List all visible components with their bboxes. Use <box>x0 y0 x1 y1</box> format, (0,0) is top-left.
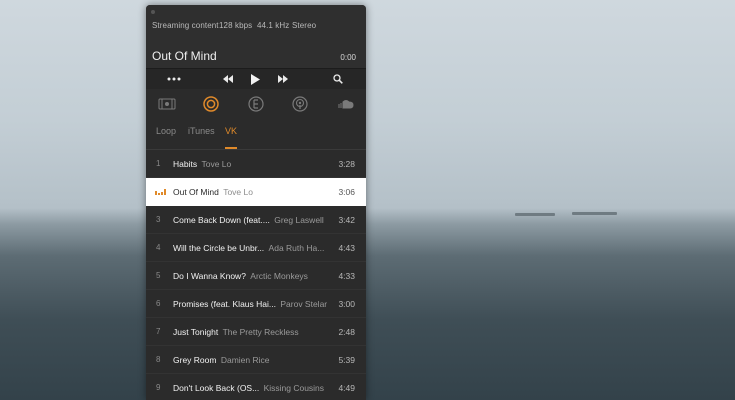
now-playing-equalizer-icon <box>155 188 166 195</box>
track-title: Grey Room Damien Rice <box>173 355 270 365</box>
track-artist: Arctic Monkeys <box>250 271 308 281</box>
track-artist: Kissing Cousins <box>263 383 325 393</box>
track-title: Out Of Mind Tove Lo <box>173 187 253 197</box>
track-artist: Greg Laswell <box>274 215 324 225</box>
track-row[interactable]: 5 Do I Wanna Know? Arctic Monkeys 4:33 <box>146 262 366 290</box>
tab-itunes[interactable]: iTunes <box>188 126 215 136</box>
elapsed-time: 0:00 <box>340 53 356 62</box>
source-podcast[interactable] <box>291 95 309 113</box>
now-playing-title: Out Of Mind <box>152 49 217 63</box>
track-duration: 4:33 <box>338 271 355 281</box>
tab-loop[interactable]: Loop <box>156 126 176 136</box>
source-library[interactable] <box>158 95 176 113</box>
now-playing-bar: Out Of Mind 0:00 <box>146 41 366 68</box>
next-button[interactable] <box>274 69 292 89</box>
track-artist: Parov Stelar <box>280 299 328 309</box>
samplerate-label: 44.1 kHz <box>257 21 290 30</box>
track-row[interactable]: 1 Habits Tove Lo 3:28 <box>146 150 366 178</box>
track-title: Habits Tove Lo <box>173 159 232 169</box>
track-number: 9 <box>156 383 161 392</box>
next-icon <box>278 75 288 83</box>
library-icon <box>158 98 176 110</box>
track-artist: Ada Ruth Ha... <box>268 243 325 253</box>
search-button[interactable] <box>329 69 347 89</box>
track-artist: Tove Lo <box>201 159 232 169</box>
tab-vk[interactable]: VK <box>225 126 237 136</box>
track-number: 5 <box>156 271 161 280</box>
track-duration: 3:00 <box>338 299 355 309</box>
stream-source-label: Streaming content <box>152 21 219 30</box>
more-button[interactable] <box>164 69 184 89</box>
track-duration: 3:06 <box>338 187 355 197</box>
play-icon <box>250 73 260 85</box>
source-loop[interactable] <box>202 95 220 113</box>
track-number: 6 <box>156 299 161 308</box>
track-list: 1 Habits Tove Lo 3:28 Out Of Mind Tove L… <box>146 150 366 400</box>
track-title: Do I Wanna Know? Arctic Monkeys <box>173 271 308 281</box>
track-row[interactable]: 4 Will the Circle be Unbr... Ada Ruth Ha… <box>146 234 366 262</box>
track-artist: The Pretty Reckless <box>222 327 299 337</box>
track-duration: 3:42 <box>338 215 355 225</box>
source-selector <box>146 89 366 119</box>
previous-icon <box>223 75 233 83</box>
podcast-icon <box>292 96 308 112</box>
track-title: Just Tonight The Pretty Reckless <box>173 327 299 337</box>
ship-silhouette <box>572 212 617 215</box>
track-duration: 4:49 <box>338 383 355 393</box>
track-number: 1 <box>156 159 161 168</box>
search-icon <box>333 74 343 84</box>
track-number: 3 <box>156 215 161 224</box>
track-row[interactable]: 6 Promises (feat. Klaus Hai... Parov Ste… <box>146 290 366 318</box>
track-title: Promises (feat. Klaus Hai... Parov Stela… <box>173 299 328 309</box>
track-row[interactable]: 8 Grey Room Damien Rice 5:39 <box>146 346 366 374</box>
source-tabs: Loop iTunes VK <box>146 119 366 150</box>
track-duration: 3:28 <box>338 159 355 169</box>
track-duration: 4:43 <box>338 243 355 253</box>
source-soundcloud[interactable] <box>336 95 354 113</box>
track-row[interactable]: 7 Just Tonight The Pretty Reckless 2:48 <box>146 318 366 346</box>
bitrate-label: 128 kbps <box>219 21 253 30</box>
soundcloud-icon <box>338 100 354 109</box>
track-number: 8 <box>156 355 161 364</box>
stream-info-bar: Streaming content 128 kbps 44.1 kHz Ster… <box>146 5 366 41</box>
track-title: Come Back Down (feat.... Greg Laswell <box>173 215 324 225</box>
track-duration: 2:48 <box>338 327 355 337</box>
track-duration: 5:39 <box>338 355 355 365</box>
track-title: Will the Circle be Unbr... Ada Ruth Ha..… <box>173 243 325 253</box>
player-window: Streaming content 128 kbps 44.1 kHz Ster… <box>146 5 366 400</box>
track-artist: Damien Rice <box>220 355 270 365</box>
itunes-icon <box>248 96 264 112</box>
loop-icon <box>203 96 219 112</box>
track-title: Don't Look Back (OS... Kissing Cousins <box>173 383 325 393</box>
track-number: 4 <box>156 243 161 252</box>
track-row[interactable]: 9 Don't Look Back (OS... Kissing Cousins… <box>146 374 366 400</box>
source-itunes[interactable] <box>247 95 265 113</box>
ship-silhouette <box>515 213 555 216</box>
more-icon <box>167 77 181 81</box>
track-artist: Tove Lo <box>223 187 253 197</box>
channels-label: Stereo <box>292 21 317 30</box>
play-button[interactable] <box>246 69 264 89</box>
track-number: 7 <box>156 327 161 336</box>
previous-button[interactable] <box>219 69 237 89</box>
playback-controls <box>146 68 366 90</box>
window-close-button[interactable] <box>151 10 155 14</box>
track-row[interactable]: 3 Come Back Down (feat.... Greg Laswell … <box>146 206 366 234</box>
track-row-current[interactable]: Out Of Mind Tove Lo 3:06 <box>146 178 366 206</box>
active-tab-indicator <box>225 147 237 149</box>
